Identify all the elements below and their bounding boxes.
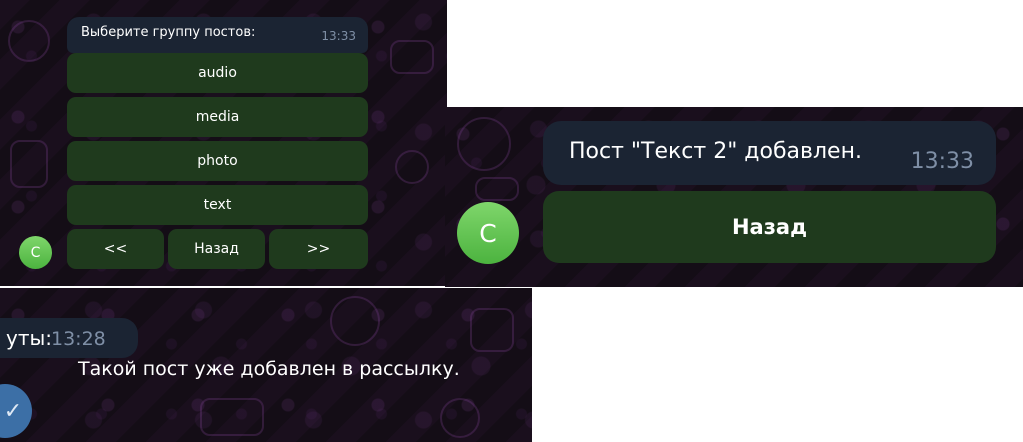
background-doodle	[200, 398, 264, 436]
message-text: уты:	[6, 326, 53, 350]
chat-panel-already-added: уты: 13:28 Такой пост уже добавлен в рас…	[0, 288, 532, 442]
message-time: 13:28	[51, 328, 106, 350]
service-notice: Такой пост уже добавлен в рассылку.	[78, 358, 460, 380]
message-text: Пост "Текст 2" добавлен.	[569, 139, 862, 164]
background-doodle	[475, 177, 519, 201]
back-button[interactable]: Назад	[543, 191, 996, 263]
next-page-button[interactable]: >>	[269, 229, 368, 269]
group-button-media[interactable]: media	[67, 97, 368, 137]
message-text: Выберите группу постов:	[81, 25, 256, 40]
message-time: 13:33	[910, 149, 974, 174]
chat-panel-post-added: Пост "Текст 2" добавлен. 13:33 Назад C	[445, 107, 1023, 287]
avatar[interactable]: C	[457, 202, 519, 264]
avatar[interactable]: C	[19, 236, 52, 269]
avatar[interactable]: ✓	[0, 384, 32, 438]
background-doodle	[457, 117, 511, 171]
check-icon: ✓	[3, 398, 23, 424]
group-button-text[interactable]: text	[67, 185, 368, 225]
back-button[interactable]: Назад	[168, 229, 265, 269]
background-doodle	[390, 40, 434, 74]
background-doodle	[440, 398, 480, 438]
background-doodle	[470, 308, 514, 352]
message-time: 13:33	[321, 29, 356, 43]
chat-panel-group-select: Выберите группу постов: 13:33 audio medi…	[0, 0, 447, 286]
background-doodle	[8, 20, 50, 62]
message-bubble: Выберите группу постов: 13:33	[67, 17, 368, 53]
prev-page-button[interactable]: <<	[67, 229, 164, 269]
message-bubble: Пост "Текст 2" добавлен. 13:33	[543, 121, 996, 185]
group-button-photo[interactable]: photo	[67, 141, 368, 181]
background-doodle	[10, 140, 48, 188]
group-button-audio[interactable]: audio	[67, 53, 368, 93]
message-bubble: уты: 13:28	[0, 318, 138, 358]
background-doodle	[395, 150, 429, 184]
background-doodle	[330, 296, 380, 346]
